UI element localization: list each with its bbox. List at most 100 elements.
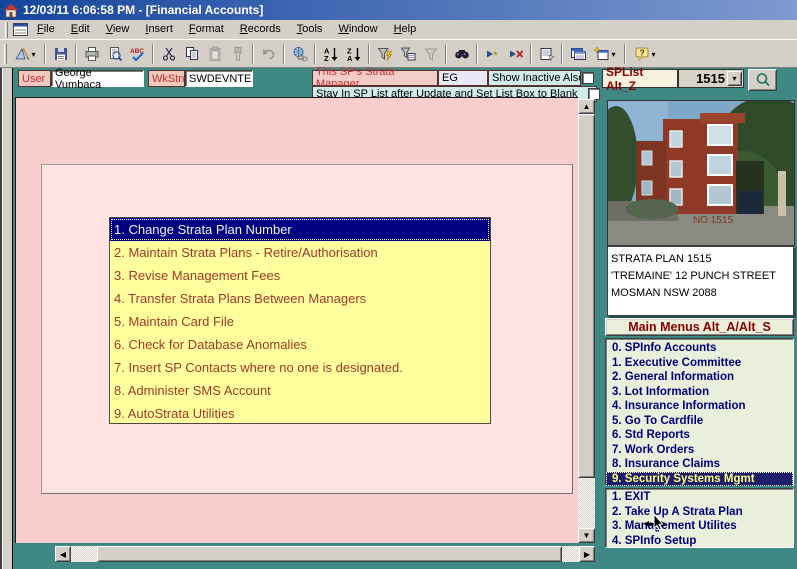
info-line-3: MOSMAN NSW 2088	[611, 285, 790, 302]
filter-by-selection-button[interactable]	[373, 43, 396, 66]
splist-combobox-value: 1515	[679, 71, 727, 86]
sidebar-item-std-reports[interactable]: 6. Std Reports	[606, 428, 793, 443]
print-preview-button[interactable]	[103, 43, 126, 66]
toolbar-separator	[283, 44, 285, 64]
copy-icon	[184, 46, 200, 62]
spelling-button[interactable]: ABC	[126, 43, 149, 66]
new-object-icon	[594, 46, 610, 62]
toolbar-separator	[75, 44, 77, 64]
scroll-right-button[interactable]: ▶	[579, 546, 595, 562]
new-record-button[interactable]: *	[481, 43, 504, 66]
list-item[interactable]: 1. Change Strata Plan Number	[110, 218, 490, 241]
list-item[interactable]: 3. Revise Management Fees	[110, 264, 490, 287]
design-view-icon	[14, 46, 30, 62]
insert-hyperlink-button[interactable]	[288, 43, 311, 66]
apply-filter-button[interactable]	[419, 43, 442, 66]
show-inactive-label: Show Inactive Also	[488, 70, 581, 86]
toolbar: ▾ ABC	[0, 41, 797, 68]
copy-button[interactable]	[180, 43, 203, 66]
properties-button[interactable]	[535, 43, 558, 66]
spelling-icon: ABC	[130, 46, 146, 62]
client-area: User George Vumbaca WkStn SWDEVNTE This …	[0, 68, 797, 569]
sidebar-item-spinfo-accounts[interactable]: 0. SPInfo Accounts	[606, 341, 793, 356]
sidebar-item-work-orders[interactable]: 7. Work Orders	[606, 443, 793, 458]
vertical-scroll-thumb[interactable]	[578, 114, 595, 478]
save-button[interactable]	[49, 43, 72, 66]
menu-file[interactable]: File	[30, 21, 62, 38]
list-item[interactable]: 9. AutoStrata Utilities	[110, 402, 490, 425]
scroll-up-button[interactable]: ▲	[578, 99, 595, 114]
menu-view[interactable]: View	[99, 21, 137, 38]
horizontal-scroll-thumb[interactable]	[97, 546, 562, 562]
scroll-left-button[interactable]: ◀	[55, 546, 71, 562]
sidebar-item-spinfo-setup[interactable]: 4. SPInfo Setup	[606, 534, 793, 549]
sp-manager-label: This SP's Strata Manager	[312, 70, 438, 86]
wkstn-input[interactable]: SWDEVNTE	[185, 70, 253, 87]
scroll-down-button[interactable]: ▼	[578, 528, 595, 543]
help-button[interactable]: ? ▾	[629, 43, 661, 66]
application-window: { "title_bar": { "title": "12/03/11 6:06…	[0, 0, 797, 569]
menu-insert[interactable]: Insert	[138, 21, 180, 38]
find-button[interactable]	[450, 43, 473, 66]
menu-edit[interactable]: Edit	[64, 21, 97, 38]
format-painter-button[interactable]	[226, 43, 249, 66]
print-button[interactable]	[80, 43, 103, 66]
list-item[interactable]: 6. Check for Database Anomalies	[110, 333, 490, 356]
design-view-button[interactable]: ▾	[9, 43, 41, 66]
menu-bar: File Edit View Insert Format Records Too…	[0, 20, 797, 40]
new-record-icon: *	[485, 46, 501, 62]
new-object-button[interactable]: ▾	[589, 43, 621, 66]
cut-button[interactable]	[157, 43, 180, 66]
vertical-scrollbar[interactable]: ▲ ▼	[578, 99, 595, 543]
cut-icon	[161, 46, 177, 62]
sidebar-item-security-systems-mgmt[interactable]: 9. Security Systems Mgmt	[606, 472, 793, 487]
toolbar-grip[interactable]	[5, 22, 8, 38]
sidebar-item-insurance-information[interactable]: 4. Insurance Information	[606, 399, 793, 414]
magnifier-icon	[755, 72, 771, 88]
sidebar-menu-secondary: 1. EXIT 2. Take Up A Strata Plan 3. Mana…	[605, 488, 794, 548]
menu-window[interactable]: Window	[331, 21, 384, 38]
list-item[interactable]: 8. Administer SMS Account	[110, 379, 490, 402]
horizontal-scrollbar[interactable]: ◀ ▶	[55, 546, 595, 562]
undo-button[interactable]	[257, 43, 280, 66]
toolbar-grip[interactable]	[4, 44, 7, 64]
splist-combobox[interactable]: 1515 ▾	[678, 69, 744, 88]
database-window-button[interactable]	[566, 43, 589, 66]
sort-descending-icon: Z A	[346, 46, 362, 62]
delete-record-button[interactable]	[504, 43, 527, 66]
sidebar-item-executive-committee[interactable]: 1. Executive Committee	[606, 356, 793, 371]
menu-format[interactable]: Format	[182, 21, 231, 38]
sort-ascending-button[interactable]: A Z	[319, 43, 342, 66]
list-item[interactable]: 5. Maintain Card File	[110, 310, 490, 333]
sidebar-item-take-up-strata-plan[interactable]: 2. Take Up A Strata Plan	[606, 505, 793, 520]
sidebar-item-general-information[interactable]: 2. General Information	[606, 370, 793, 385]
user-input[interactable]: George Vumbaca	[51, 70, 144, 87]
svg-text:Z: Z	[324, 54, 329, 62]
sidebar-item-go-to-cardfile[interactable]: 5. Go To Cardfile	[606, 414, 793, 429]
undo-icon	[261, 46, 277, 62]
form-restore-icon[interactable]	[13, 23, 28, 36]
show-inactive-checkbox[interactable]	[582, 72, 594, 84]
search-button[interactable]	[748, 69, 777, 91]
filter-by-form-button[interactable]	[396, 43, 419, 66]
print-preview-icon	[107, 46, 123, 62]
list-item[interactable]: 7. Insert SP Contacts where no one is de…	[110, 356, 490, 379]
paste-button[interactable]	[203, 43, 226, 66]
filter-by-form-icon	[400, 46, 416, 62]
sidebar-item-insurance-claims[interactable]: 8. Insurance Claims	[606, 457, 793, 472]
splist-dropdown-button[interactable]: ▾	[727, 71, 742, 86]
sort-descending-button[interactable]: Z A	[342, 43, 365, 66]
filter-by-selection-icon	[377, 46, 393, 62]
toolbar-separator	[368, 44, 370, 64]
photo-caption: NO 1515	[693, 215, 733, 226]
sidebar-item-exit[interactable]: 1. EXIT	[606, 490, 793, 505]
menu-tools[interactable]: Tools	[290, 21, 330, 38]
list-item[interactable]: 2. Maintain Strata Plans - Retire/Author…	[110, 241, 490, 264]
utilities-menu-listbox: 1. Change Strata Plan Number 2. Maintain…	[109, 217, 491, 424]
sidebar-item-lot-information[interactable]: 3. Lot Information	[606, 385, 793, 400]
sidebar-item-management-utilities[interactable]: 3. Management Utilites	[606, 519, 793, 534]
menu-help[interactable]: Help	[387, 21, 424, 38]
list-item[interactable]: 4. Transfer Strata Plans Between Manager…	[110, 287, 490, 310]
sp-manager-input[interactable]: EG	[438, 70, 488, 86]
menu-records[interactable]: Records	[233, 21, 288, 38]
